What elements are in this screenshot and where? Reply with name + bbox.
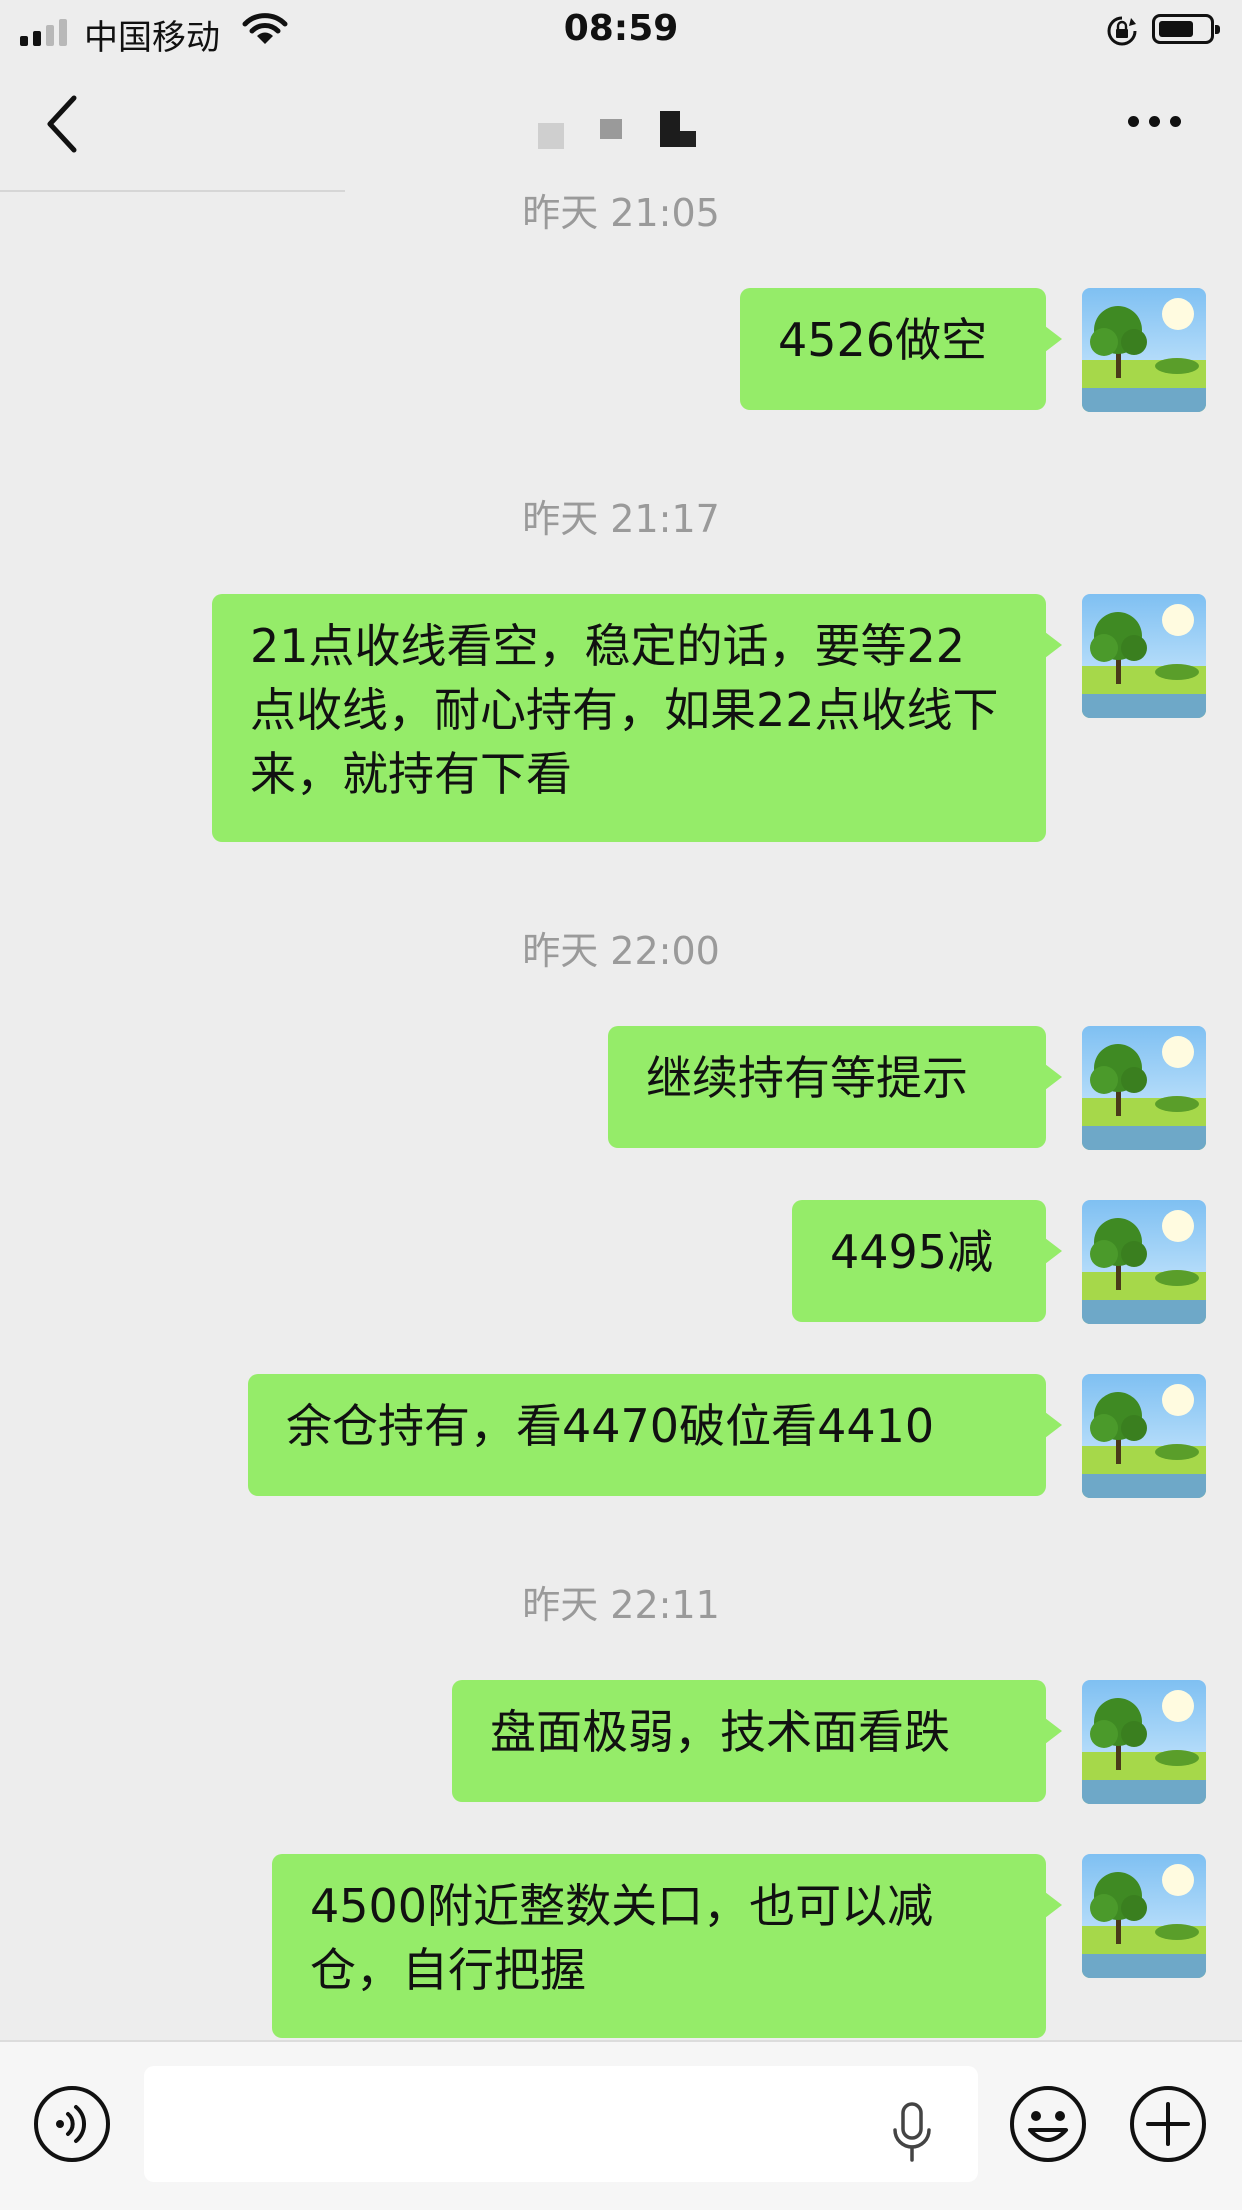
- message-text-input[interactable]: [144, 2066, 978, 2182]
- chat-timestamp: 昨天 22:00: [522, 929, 720, 973]
- message-text: 4495减: [830, 1225, 994, 1279]
- avatar[interactable]: [1082, 1854, 1206, 1978]
- message-bubble[interactable]: 4526做空: [740, 288, 1062, 410]
- plus-circle-icon: [1130, 2086, 1206, 2162]
- microphone-icon: [893, 2102, 931, 2162]
- chevron-left-icon: [47, 95, 77, 153]
- message-bubble[interactable]: 21点收线看空，稳定的话，要等22点收线，耐心持有，如果22点收线下来，就持有下…: [212, 594, 1062, 842]
- microphone-button[interactable]: [888, 2100, 936, 2164]
- emoji-icon: [1010, 2086, 1086, 2162]
- message-bubble[interactable]: 4500附近整数关口，也可以减仓，自行把握: [272, 1854, 1062, 2038]
- message-text: 继续持有等提示: [646, 1051, 968, 1105]
- avatar[interactable]: [1082, 1680, 1206, 1804]
- message-bubble[interactable]: 继续持有等提示: [608, 1026, 1062, 1148]
- back-button[interactable]: [40, 92, 84, 156]
- more-functions-button[interactable]: [1128, 2084, 1208, 2164]
- landscape-avatar-icon: [1082, 1026, 1206, 1150]
- voice-input-button[interactable]: [32, 2084, 112, 2164]
- more-dot-icon: [1170, 116, 1181, 127]
- chat-timestamp: 昨天 21:05: [522, 191, 720, 235]
- status-time: 08:59: [563, 8, 679, 49]
- message-text: 余仓持有，看4470破位看4410: [286, 1399, 935, 1453]
- landscape-avatar-icon: [1082, 1854, 1206, 1978]
- message-text: 21点收线看空，稳定的话，要等22点收线，耐心持有，如果22点收线下来，就持有下…: [250, 619, 999, 801]
- chat-timestamp: 昨天 22:11: [522, 1583, 720, 1627]
- more-dot-icon: [1149, 116, 1160, 127]
- landscape-avatar-icon: [1082, 1374, 1206, 1498]
- landscape-avatar-icon: [1082, 594, 1206, 718]
- battery-icon: [1152, 14, 1220, 44]
- landscape-avatar-icon: [1082, 1200, 1206, 1324]
- message-bubble[interactable]: 4495减: [792, 1200, 1062, 1322]
- message-bubble[interactable]: 余仓持有，看4470破位看4410: [248, 1374, 1062, 1496]
- voice-icon: [34, 2086, 110, 2162]
- message-bubble[interactable]: 盘面极弱，技术面看跌: [452, 1680, 1062, 1802]
- more-options-button[interactable]: [1128, 116, 1181, 127]
- avatar[interactable]: [1082, 594, 1206, 718]
- message-input-bar: [0, 2040, 1242, 2210]
- message-text: 盘面极弱，技术面看跌: [490, 1705, 950, 1759]
- avatar[interactable]: [1082, 1200, 1206, 1324]
- landscape-avatar-icon: [1082, 1680, 1206, 1804]
- emoji-button[interactable]: [1008, 2084, 1088, 2164]
- message-text: 4526做空: [778, 313, 988, 367]
- more-dot-icon: [1128, 116, 1139, 127]
- avatar[interactable]: [1082, 1374, 1206, 1498]
- message-text: 4500附近整数关口，也可以减仓，自行把握: [310, 1879, 934, 1997]
- chat-title-redacted: [520, 105, 730, 155]
- avatar[interactable]: [1082, 288, 1206, 412]
- status-bar: 中国移动 08:59: [0, 0, 1242, 60]
- avatar[interactable]: [1082, 1026, 1206, 1150]
- landscape-avatar-icon: [1082, 288, 1206, 412]
- chat-timestamp: 昨天 21:17: [522, 497, 720, 541]
- orientation-lock-icon: [1105, 14, 1139, 52]
